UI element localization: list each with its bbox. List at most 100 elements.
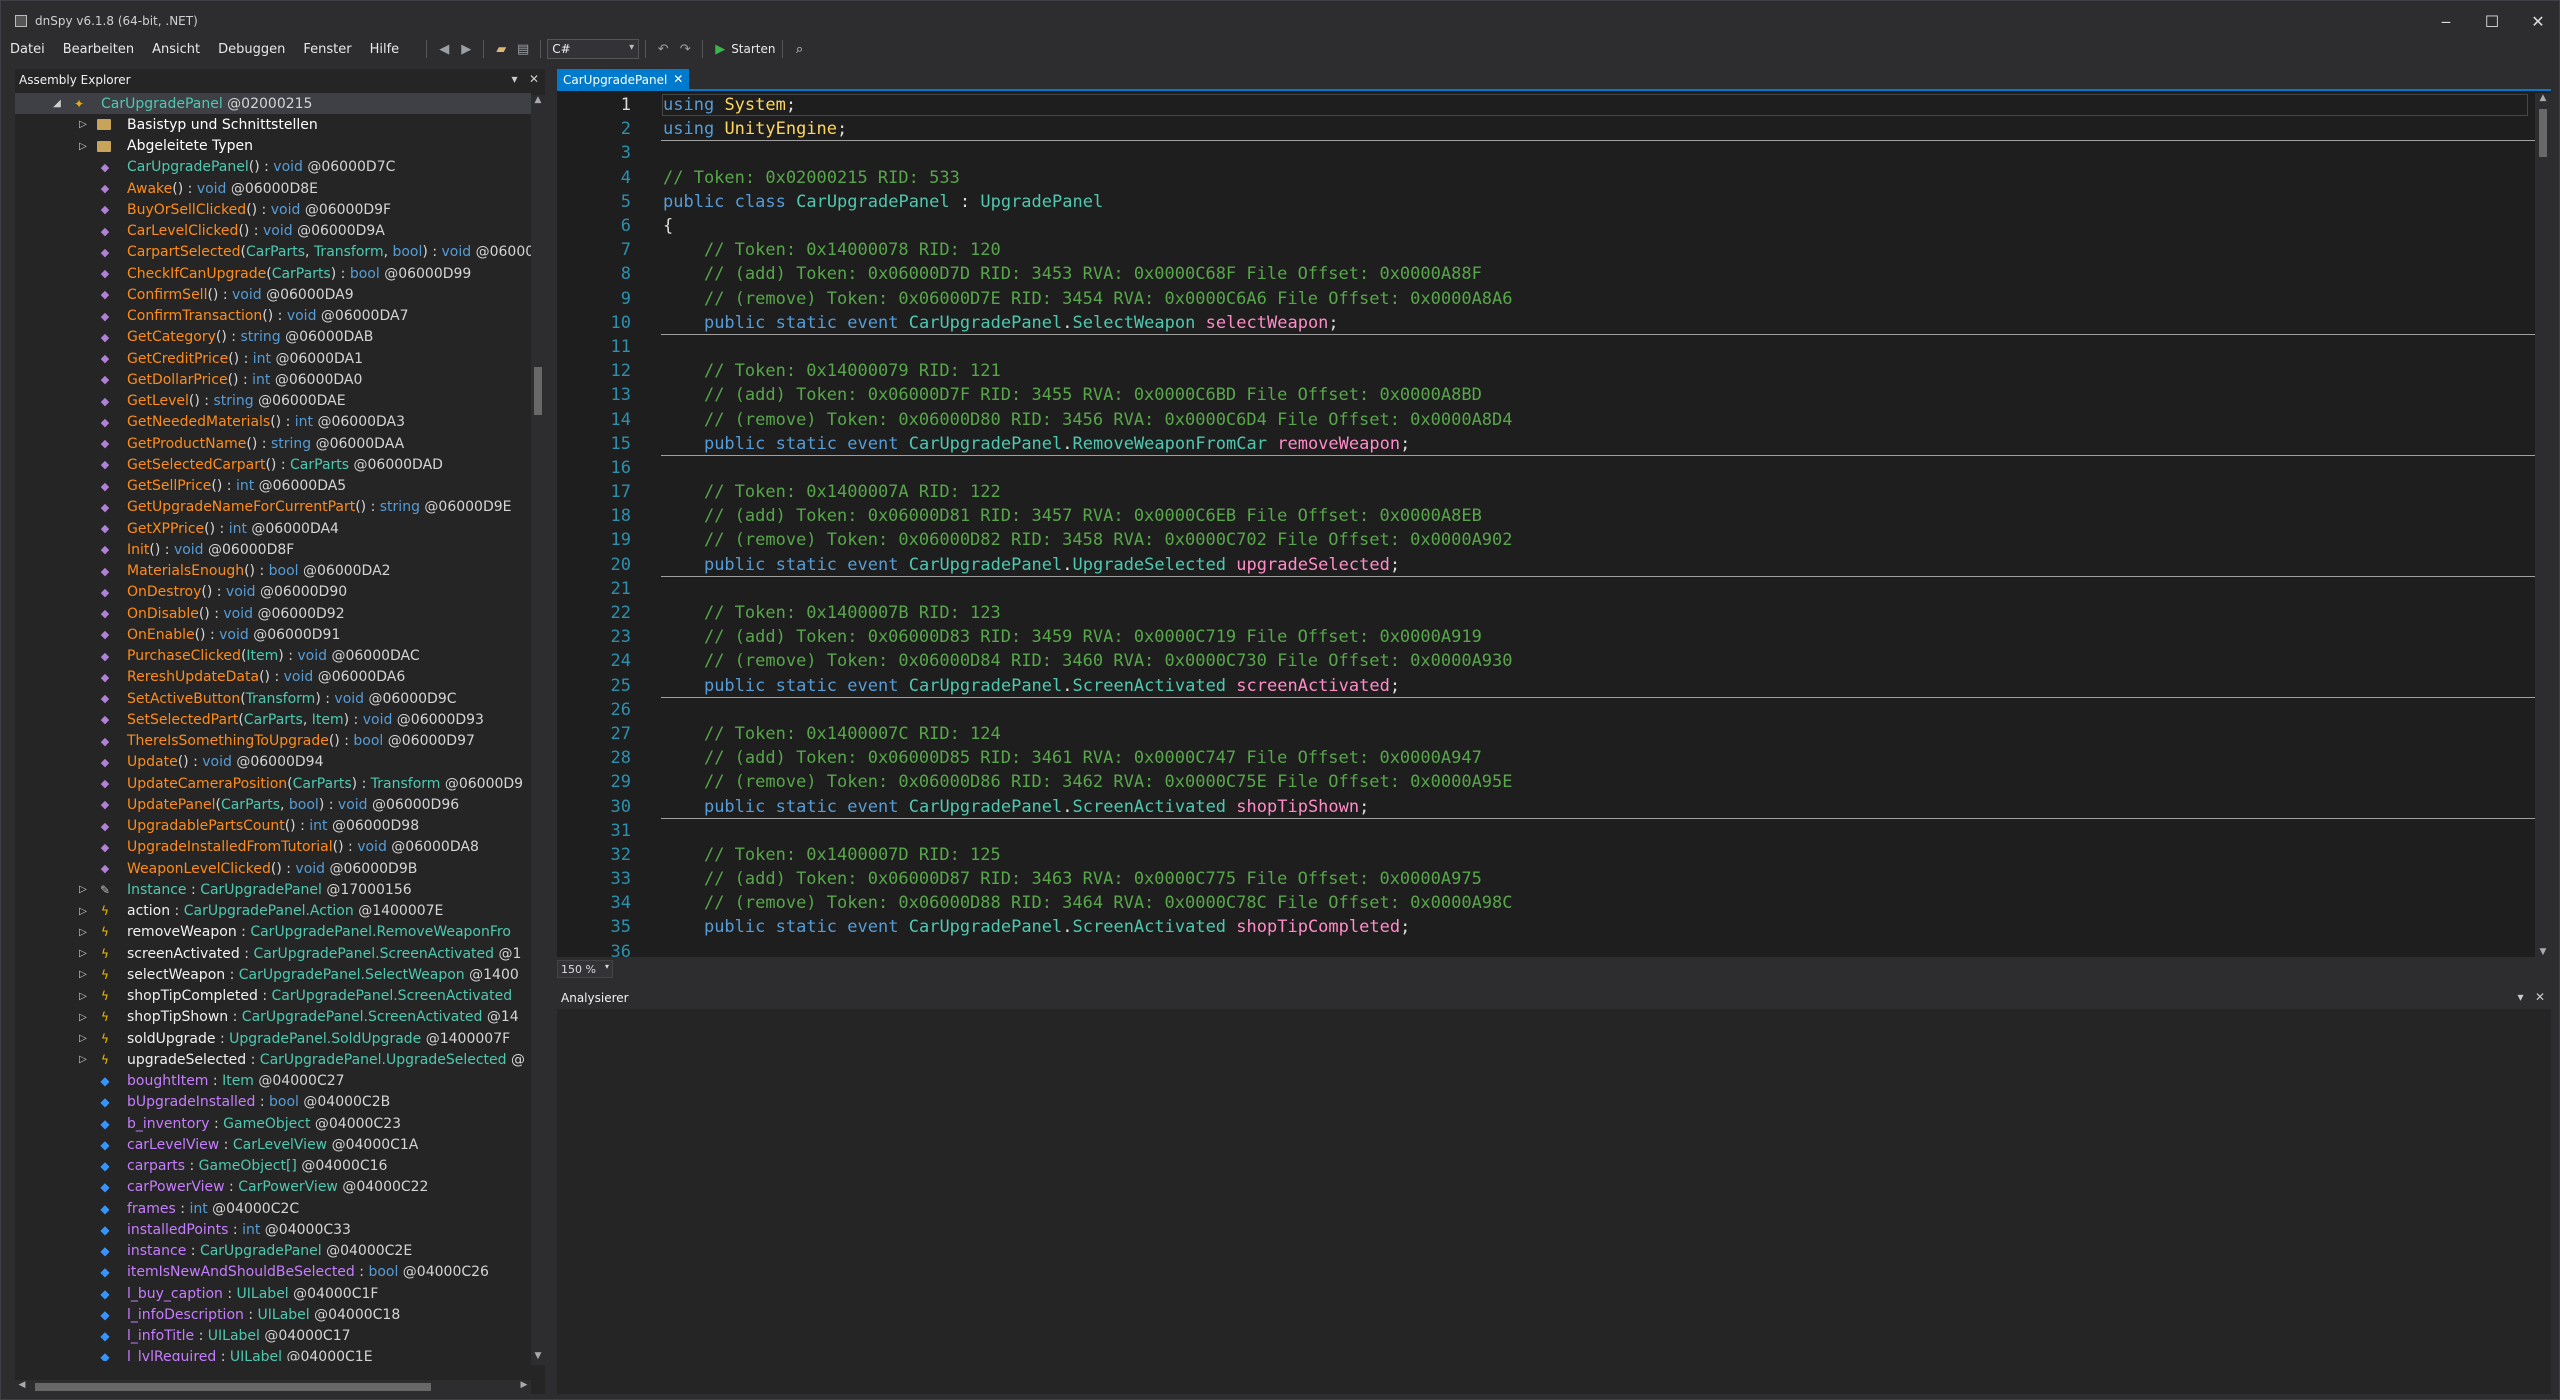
tree-item[interactable]: ◆ GetCreditPrice() : int @06000DA1	[15, 348, 531, 369]
tree-item[interactable]: ◆ boughtItem : Item @04000C27	[15, 1071, 531, 1092]
tree-item[interactable]: ◆ MaterialsEnough() : bool @06000DA2	[15, 561, 531, 582]
collapsed-arrow-icon[interactable]: ▷	[77, 1012, 89, 1023]
tree-item[interactable]: ▷ ϟ soldUpgrade : UpgradePanel.SoldUpgrade…	[15, 1028, 531, 1049]
tree-item[interactable]: ◆ bUpgradeInstalled : bool @04000C2B	[15, 1092, 531, 1113]
panel-close-icon[interactable]: ✕	[529, 72, 539, 86]
panel-menu-icon[interactable]: ▾	[511, 72, 517, 86]
scroll-up-icon[interactable]: ▲	[531, 95, 545, 109]
nav-back-icon[interactable]: ◀	[433, 39, 455, 59]
tree-item[interactable]: ◆ GetXPPrice() : int @06000DA4	[15, 518, 531, 539]
tree-item[interactable]: ◆ CheckIfCanUpgrade(CarParts) : bool @060…	[15, 263, 531, 284]
editor-vertical-scrollbar[interactable]: ▲ ▼	[2535, 93, 2551, 957]
panel-close-icon[interactable]: ✕	[2535, 990, 2545, 1004]
tree-item[interactable]: ▷ ϟ screenActivated : CarUpgradePanel.Scre…	[15, 943, 531, 964]
tree-item[interactable]: ▷ ϟ upgradeSelected : CarUpgradePanel.Upgr…	[15, 1049, 531, 1070]
maximize-button[interactable]: ☐	[2469, 1, 2515, 41]
expanded-arrow-icon[interactable]: ◢	[51, 98, 63, 109]
tree-item[interactable]: ◆ WeaponLevelClicked() : void @06000D9B	[15, 858, 531, 879]
tree-item[interactable]: ◆ SetSelectedPart(CarParts, Item) : void …	[15, 709, 531, 730]
tree-item[interactable]: ▷ ϟ removeWeapon : CarUpgradePanel.RemoveW…	[15, 922, 531, 943]
tree-item[interactable]: ◆ l_buy_caption : UILabel @04000C1F	[15, 1283, 531, 1304]
collapsed-arrow-icon[interactable]: ▷	[77, 948, 89, 959]
tree-item[interactable]: ◆ CarpartSelected(CarParts, Transform, bo…	[15, 242, 531, 263]
tree-item[interactable]: ◆ GetSellPrice() : int @06000DA5	[15, 476, 531, 497]
tree-item[interactable]: ◆ Update() : void @06000D94	[15, 752, 531, 773]
tree-item[interactable]: ◆ ConfirmTransaction() : void @06000DA7	[15, 306, 531, 327]
scroll-left-icon[interactable]: ◀	[15, 1380, 29, 1390]
collapsed-arrow-icon[interactable]: ▷	[77, 969, 89, 980]
start-button[interactable]: ▶ Starten	[715, 42, 775, 57]
tree-item[interactable]: ◆ GetUpgradeNameForCurrentPart() : string…	[15, 497, 531, 518]
menu-ansicht[interactable]: Ansicht	[143, 42, 209, 57]
language-select[interactable]: C# ▾	[547, 39, 640, 59]
scroll-thumb[interactable]	[35, 1383, 431, 1391]
tree-item[interactable]: ◆ UpdateCameraPosition(CarParts) : Transf…	[15, 773, 531, 794]
scroll-down-icon[interactable]: ▼	[531, 1351, 545, 1365]
tree-item[interactable]: ◆ instance : CarUpgradePanel @04000C2E	[15, 1241, 531, 1262]
tree-item[interactable]: ◆ b_inventory : GameObject @04000C23	[15, 1113, 531, 1134]
menu-hilfe[interactable]: Hilfe	[361, 42, 409, 57]
scroll-right-icon[interactable]: ▶	[517, 1380, 531, 1390]
redo-icon[interactable]: ↷	[674, 39, 696, 59]
scroll-down-icon[interactable]: ▼	[2535, 947, 2551, 957]
undo-icon[interactable]: ↶	[652, 39, 674, 59]
tree-item[interactable]: ◆ CarLevelClicked() : void @06000D9A	[15, 221, 531, 242]
tree-item[interactable]: ◆ GetSelectedCarpart() : CarParts @06000D…	[15, 454, 531, 475]
assembly-tree[interactable]: ◢ ✦ CarUpgradePanel @02000215 ▷ Basistyp und…	[15, 93, 531, 1361]
explorer-horizontal-scrollbar[interactable]: ◀ ▶	[15, 1380, 531, 1394]
menu-datei[interactable]: Datei	[1, 42, 54, 57]
tree-item[interactable]: ◆ GetNeededMaterials() : int @06000DA3	[15, 412, 531, 433]
tree-item[interactable]: ◆ RereshUpdateData() : void @06000DA6	[15, 667, 531, 688]
tree-item[interactable]: ◆ UpdatePanel(CarParts, bool) : void @060…	[15, 794, 531, 815]
tree-item[interactable]: ◆ carLevelView : CarLevelView @04000C1A	[15, 1134, 531, 1155]
tree-item[interactable]: ◢ ✦ CarUpgradePanel @02000215	[15, 93, 531, 115]
tree-item[interactable]: ▷ ϟ shopTipCompleted : CarUpgradePanel.Scr…	[15, 986, 531, 1007]
collapsed-arrow-icon[interactable]: ▷	[77, 1054, 89, 1065]
tree-item[interactable]: ▷ ϟ selectWeapon : CarUpgradePanel.SelectW…	[15, 964, 531, 985]
collapsed-arrow-icon[interactable]: ▷	[77, 119, 89, 130]
explorer-vertical-scrollbar[interactable]: ▲ ▼	[531, 95, 545, 1365]
collapsed-arrow-icon[interactable]: ▷	[77, 906, 89, 917]
scroll-up-icon[interactable]: ▲	[2535, 93, 2551, 103]
tree-item[interactable]: ◆ BuyOrSellClicked() : void @06000D9F	[15, 199, 531, 220]
tree-item[interactable]: ◆ OnDestroy() : void @06000D90	[15, 582, 531, 603]
collapsed-arrow-icon[interactable]: ▷	[77, 927, 89, 938]
tree-item[interactable]: ◆ UpgradeInstalledFromTutorial() : void @…	[15, 837, 531, 858]
open-folder-icon[interactable]: ▰	[490, 39, 512, 59]
code-view[interactable]: 1 using System; 2 using UnityEngine; 3 4// To…	[557, 93, 2535, 957]
scroll-thumb[interactable]	[534, 367, 542, 415]
collapsed-arrow-icon[interactable]: ▷	[77, 141, 89, 152]
tree-item[interactable]: ◆ SetActiveButton(Transform) : void @0600…	[15, 688, 531, 709]
nav-forward-icon[interactable]: ▶	[455, 39, 477, 59]
tree-item[interactable]: ◆ OnDisable() : void @06000D92	[15, 603, 531, 624]
tree-item[interactable]: ◆ GetDollarPrice() : int @06000DA0	[15, 369, 531, 390]
tree-item[interactable]: ◆ ThereIsSomethingToUpgrade() : bool @060…	[15, 731, 531, 752]
tree-item[interactable]: ◆ l_infoDescription : UILabel @04000C18	[15, 1304, 531, 1325]
tree-item[interactable]: ▷ Abgeleitete Typen	[15, 136, 531, 157]
tree-item[interactable]: ▷ ϟ shopTipShown : CarUpgradePanel.ScreenA…	[15, 1007, 531, 1028]
tree-item[interactable]: ◆ Init() : void @06000D8F	[15, 539, 531, 560]
zoom-select[interactable]: 150 % ▾	[557, 960, 613, 978]
tab-carupgradepanel[interactable]: CarUpgradePanel ✕	[557, 69, 690, 91]
menu-fenster[interactable]: Fenster	[294, 42, 360, 57]
tree-item[interactable]: ◆ l_lvlRequired : UILabel @04000C1E	[15, 1347, 531, 1361]
panel-menu-icon[interactable]: ▾	[2517, 990, 2523, 1004]
tree-item[interactable]: ◆ GetProductName() : string @06000DAA	[15, 433, 531, 454]
tree-item[interactable]: ◆ installedPoints : int @04000C33	[15, 1219, 531, 1240]
menu-bearbeiten[interactable]: Bearbeiten	[54, 42, 143, 57]
tree-item[interactable]: ◆ PurchaseClicked(Item) : void @06000DAC	[15, 646, 531, 667]
collapsed-arrow-icon[interactable]: ▷	[77, 1033, 89, 1044]
scroll-thumb[interactable]	[2539, 109, 2547, 157]
tree-item[interactable]: ◆ GetCategory() : string @06000DAB	[15, 327, 531, 348]
tree-item[interactable]: ◆ frames : int @04000C2C	[15, 1198, 531, 1219]
tree-item[interactable]: ◆ l_infoTitle : UILabel @04000C17	[15, 1326, 531, 1347]
tree-item[interactable]: ▷ ϟ action : CarUpgradePanel.Action @14000…	[15, 901, 531, 922]
tab-close-icon[interactable]: ✕	[673, 72, 683, 86]
close-button[interactable]: ✕	[2515, 1, 2560, 41]
tree-item[interactable]: ◆ carparts : GameObject[] @04000C16	[15, 1156, 531, 1177]
collapsed-arrow-icon[interactable]: ▷	[77, 884, 89, 895]
tree-item[interactable]: ▷ ✎ Instance : CarUpgradePanel @17000156	[15, 879, 531, 900]
search-icon[interactable]: ⌕	[789, 39, 811, 59]
tree-item[interactable]: ◆ OnEnable() : void @06000D91	[15, 624, 531, 645]
tree-item[interactable]: ◆ UpgradablePartsCount() : int @06000D98	[15, 816, 531, 837]
